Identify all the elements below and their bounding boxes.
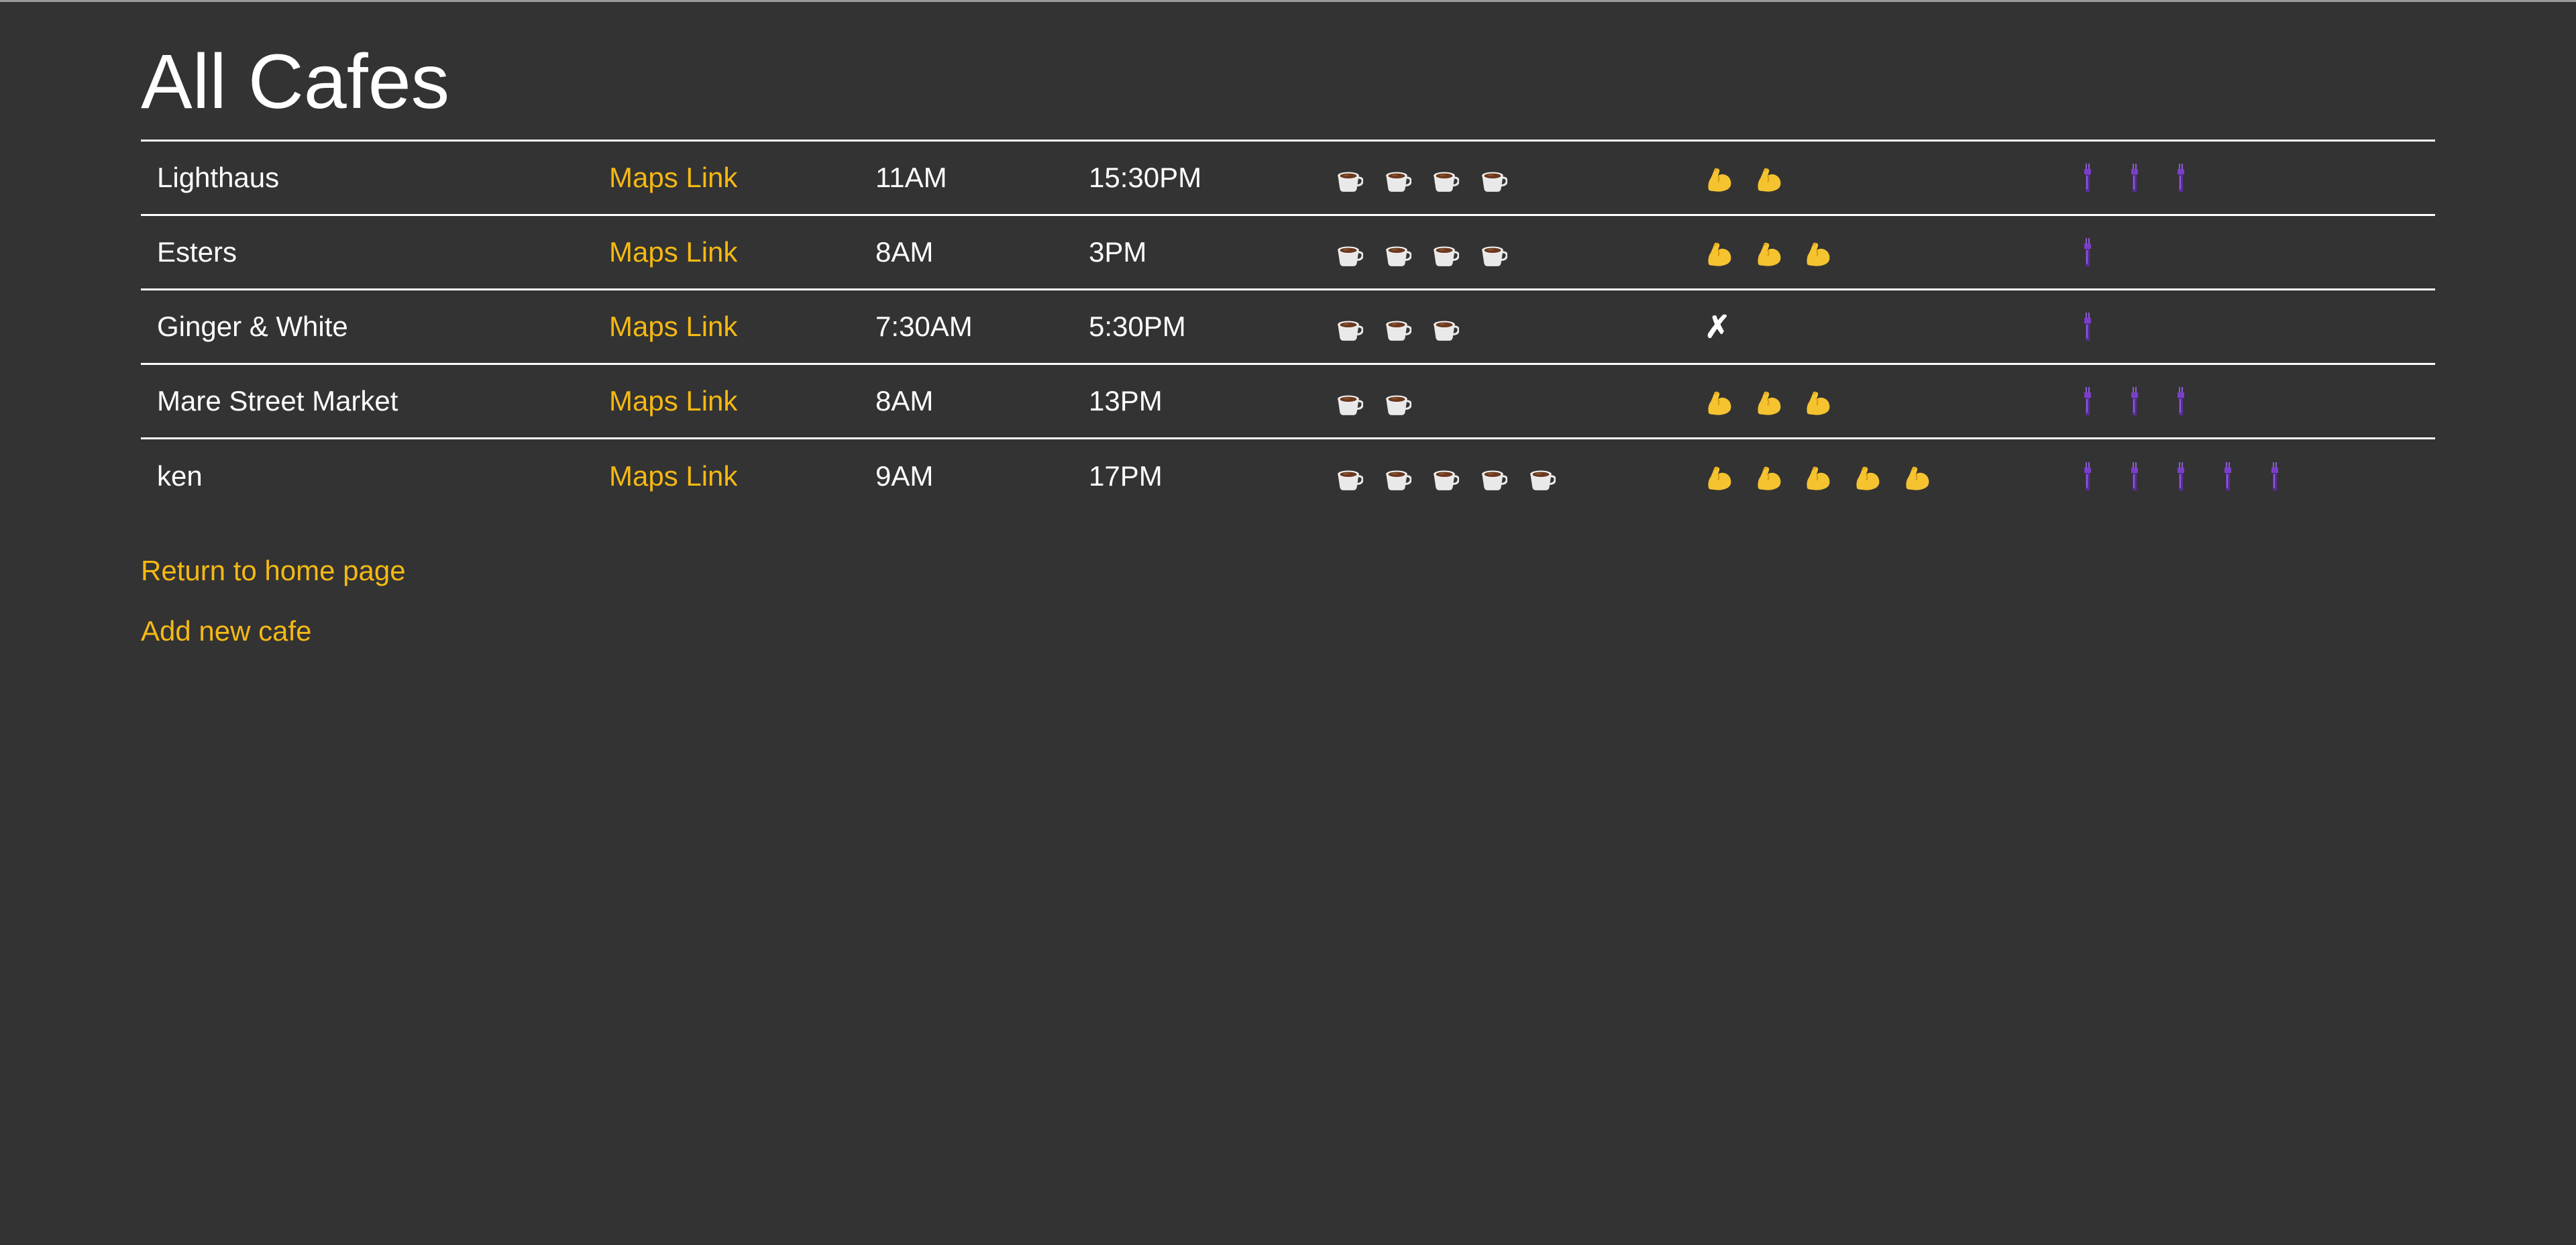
torch-icon (2167, 461, 2194, 493)
torch-icon (2074, 461, 2101, 493)
torch-icon (2167, 162, 2194, 195)
flexed-biceps-icon (1902, 463, 1932, 492)
vibe-rating (2058, 140, 2435, 215)
maps-link[interactable]: Maps Link (609, 311, 737, 342)
strength-rating (1688, 140, 2058, 215)
coffee-cup-icon (1383, 240, 1411, 268)
coffee-rating (1319, 140, 1688, 215)
strength-rating: ✗ (1688, 288, 2058, 364)
coffee-cup-icon (1431, 315, 1460, 343)
flexed-biceps-icon (1705, 463, 1734, 492)
maps-link[interactable]: Maps Link (609, 460, 737, 492)
opening-time: 7:30AM (859, 288, 1073, 364)
flexed-biceps-icon (1705, 239, 1734, 268)
flexed-biceps-icon (1803, 388, 1833, 417)
coffee-cup-icon (1431, 166, 1460, 194)
flexed-biceps-icon (1705, 388, 1734, 417)
cafe-row: Esters Maps Link 8AM 3PM (141, 214, 2435, 290)
cafe-name: ken (141, 437, 593, 513)
coffee-cup-icon (1383, 315, 1411, 343)
closing-time: 17PM (1073, 437, 1319, 513)
cafe-name: Lighthaus (141, 140, 593, 215)
flexed-biceps-icon (1803, 463, 1833, 492)
cafe-name: Mare Street Market (141, 363, 593, 439)
cafe-row: ken Maps Link 9AM 17PM (141, 437, 2435, 513)
cafes-table-body: Lighthaus Maps Link 11AM 15:30PM Esters … (141, 140, 2435, 513)
torch-icon (2167, 386, 2194, 418)
coffee-cup-icon (1431, 464, 1460, 492)
strength-rating (1688, 437, 2058, 513)
flexed-biceps-icon (1803, 239, 1833, 268)
maps-link-cell: Maps Link (593, 214, 859, 290)
torch-icon (2261, 461, 2288, 493)
maps-link-cell: Maps Link (593, 288, 859, 364)
coffee-cup-icon (1527, 464, 1556, 492)
flexed-biceps-icon (1705, 164, 1734, 194)
coffee-rating (1319, 437, 1688, 513)
coffee-rating (1319, 363, 1688, 439)
page-title: All Cafes (141, 39, 450, 125)
coffee-cup-icon (1383, 464, 1411, 492)
footer-links: Return to home page Add new cafe (141, 553, 2435, 649)
flexed-biceps-icon (1754, 164, 1784, 194)
coffee-rating (1319, 214, 1688, 290)
torch-icon (2074, 162, 2101, 195)
flexed-biceps-icon (1853, 463, 1882, 492)
strength-rating (1688, 214, 2058, 290)
page-content: All Cafes Lighthaus Maps Link 11AM 15:30PM (141, 0, 2435, 674)
opening-time: 8AM (859, 363, 1073, 439)
cafes-table: Lighthaus Maps Link 11AM 15:30PM Esters … (141, 140, 2435, 513)
torch-icon (2121, 386, 2148, 418)
coffee-cup-icon (1479, 166, 1508, 194)
maps-link[interactable]: Maps Link (609, 162, 737, 193)
maps-link-cell: Maps Link (593, 363, 859, 439)
coffee-cup-icon (1383, 389, 1411, 417)
maps-link-cell: Maps Link (593, 140, 859, 215)
torch-icon (2121, 162, 2148, 195)
cafe-row: Ginger & White Maps Link 7:30AM 5:30PM ✗ (141, 288, 2435, 364)
coffee-rating (1319, 288, 1688, 364)
closing-time: 3PM (1073, 214, 1319, 290)
vibe-rating (2058, 363, 2435, 439)
strength-rating (1688, 363, 2058, 439)
cafe-name: Esters (141, 214, 593, 290)
closing-time: 15:30PM (1073, 140, 1319, 215)
closing-time: 13PM (1073, 363, 1319, 439)
coffee-cup-icon (1383, 166, 1411, 194)
flexed-biceps-icon (1754, 463, 1784, 492)
torch-icon (2074, 311, 2101, 343)
vibe-rating (2058, 288, 2435, 364)
coffee-cup-icon (1431, 240, 1460, 268)
opening-time: 11AM (859, 140, 1073, 215)
coffee-cup-icon (1335, 315, 1363, 343)
cafe-row: Lighthaus Maps Link 11AM 15:30PM (141, 140, 2435, 215)
coffee-cup-icon (1335, 389, 1363, 417)
coffee-cup-icon (1335, 166, 1363, 194)
coffee-cup-icon (1335, 464, 1363, 492)
torch-icon (2074, 386, 2101, 418)
add-new-cafe-link[interactable]: Add new cafe (141, 614, 2435, 649)
opening-time: 8AM (859, 214, 1073, 290)
vibe-rating (2058, 437, 2435, 513)
maps-link-cell: Maps Link (593, 437, 859, 513)
opening-time: 9AM (859, 437, 1073, 513)
coffee-cup-icon (1479, 240, 1508, 268)
maps-link[interactable]: Maps Link (609, 385, 737, 417)
coffee-cup-icon (1335, 240, 1363, 268)
cross-mark-icon: ✗ (1705, 309, 1731, 344)
torch-icon (2121, 461, 2148, 493)
maps-link[interactable]: Maps Link (609, 236, 737, 268)
coffee-cup-icon (1479, 464, 1508, 492)
torch-icon (2074, 237, 2101, 269)
torch-icon (2214, 461, 2241, 493)
flexed-biceps-icon (1754, 239, 1784, 268)
flexed-biceps-icon (1754, 388, 1784, 417)
closing-time: 5:30PM (1073, 288, 1319, 364)
vibe-rating (2058, 214, 2435, 290)
cafe-row: Mare Street Market Maps Link 8AM 13PM (141, 363, 2435, 439)
cafe-name: Ginger & White (141, 288, 593, 364)
return-home-link[interactable]: Return to home page (141, 553, 2435, 588)
